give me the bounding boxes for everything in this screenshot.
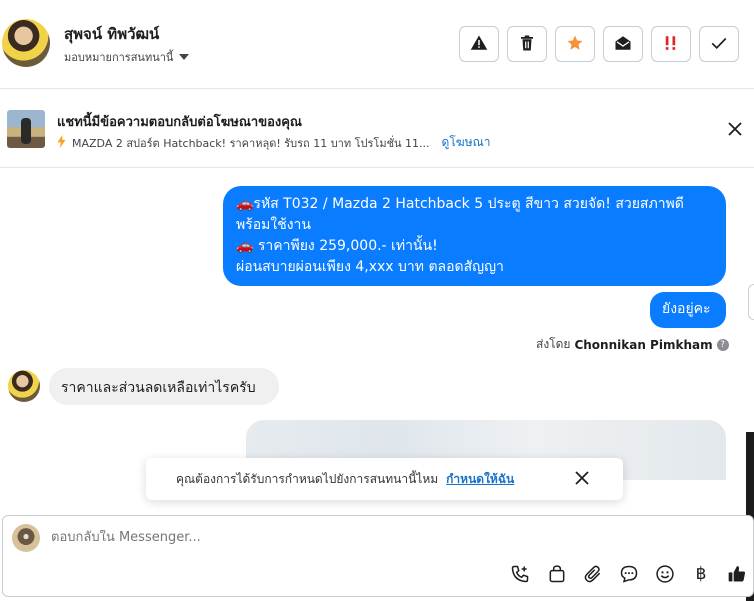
reply-composer: ฿ (2, 515, 754, 597)
incoming-message[interactable]: ราคาและส่วนลดเหลือเท่าไรครับ (49, 368, 279, 405)
star-icon (566, 34, 584, 55)
page-avatar (12, 524, 40, 552)
warning-icon (470, 34, 488, 55)
contact-avatar[interactable] (2, 19, 50, 67)
smiley-icon (656, 565, 674, 583)
mail-open-icon (614, 34, 632, 55)
reply-input[interactable] (51, 530, 551, 545)
message-text: ราคาและส่วนลดเหลือเท่าไรครับ (61, 380, 256, 396)
help-icon[interactable]: ? (716, 338, 729, 351)
attach-button[interactable] (581, 562, 605, 586)
close-icon (575, 471, 589, 485)
close-banner-button[interactable] (724, 119, 746, 141)
caret-down-icon (179, 54, 190, 60)
bag-icon (549, 565, 565, 583)
trash-icon (518, 34, 536, 55)
sender-name: Chonnikan Pimkham (574, 337, 713, 352)
important-icon (662, 34, 680, 55)
baht-icon: ฿ (695, 564, 707, 584)
view-ad-link[interactable]: ดูโฆษณา (442, 133, 491, 152)
ad-text: MAZDA 2 สปอร์ต Hatchback! ราคาหลุด! รับร… (72, 136, 430, 150)
ad-thumbnail (7, 110, 45, 148)
message-line: 🚗รหัส T032 / Mazda 2 Hatchback 5 ประตู ส… (236, 196, 684, 212)
saved-replies-button[interactable] (617, 562, 641, 586)
like-button[interactable] (725, 562, 749, 586)
assign-to-me-link[interactable]: กำหนดให้ฉัน (446, 470, 514, 489)
paperclip-icon (584, 565, 601, 583)
side-panel-handle[interactable] (748, 284, 754, 320)
thumbs-up-icon (728, 566, 745, 582)
call-button[interactable] (508, 562, 532, 586)
assign-prompt-toast: คุณต้องการได้รับการกำหนดไปยังการสนทนานี้… (146, 458, 623, 500)
sent-by-prefix: ส่งโดย (536, 337, 571, 351)
lightning-icon (57, 134, 66, 151)
contact-name[interactable]: สุพจน์ ทิพวัฒน์ (64, 22, 159, 46)
emoji-button[interactable] (653, 562, 677, 586)
message-line: ผ่อนสบายผ่อนเพียง 4,xxx บาท ตลอดสัญญา (236, 259, 504, 275)
message-line: 🚗 ราคาพียง 259,000.- เท่านั้น! (236, 238, 438, 254)
toast-text: คุณต้องการได้รับการกำหนดไปยังการสนทนานี้… (176, 471, 439, 486)
assign-dropdown[interactable]: มอบหมายการสนทนานี้ (64, 48, 190, 66)
phone-plus-icon (511, 565, 529, 583)
message-text: ยังอยู่คะ (662, 301, 711, 317)
ad-reply-banner: แชทนี้มีข้อความตอบกลับต่อโฆษณาของคุณ MAZ… (0, 90, 754, 168)
outgoing-message[interactable]: ยังอยู่คะ (650, 292, 726, 328)
star-button[interactable] (555, 26, 595, 62)
mark-spam-button[interactable] (459, 26, 499, 62)
close-toast-button[interactable] (575, 471, 591, 487)
shop-button[interactable] (545, 562, 569, 586)
contact-avatar-small[interactable] (8, 370, 40, 402)
assign-label: มอบหมายการสนทนานี้ (64, 51, 174, 64)
important-button[interactable] (651, 26, 691, 62)
check-icon (710, 34, 728, 55)
chat-bubble-icon (620, 565, 638, 583)
ad-details: MAZDA 2 สปอร์ต Hatchback! ราคาหลุด! รับร… (57, 133, 490, 152)
mark-done-button[interactable] (699, 26, 739, 62)
close-icon (728, 121, 742, 140)
ad-banner-title: แชทนี้มีข้อความตอบกลับต่อโฆษณาของคุณ (57, 115, 302, 130)
mark-read-button[interactable] (603, 26, 643, 62)
sent-by-label: ส่งโดย Chonnikan Pimkham ? (536, 335, 729, 354)
outgoing-message[interactable]: 🚗รหัส T032 / Mazda 2 Hatchback 5 ประตู ส… (223, 186, 726, 286)
message-line: พร้อมใช้งาน (236, 217, 311, 233)
delete-button[interactable] (507, 26, 547, 62)
conversation-header: สุพจน์ ทิพวัฒน์ มอบหมายการสนทนานี้ (0, 0, 754, 89)
payment-button[interactable]: ฿ (689, 562, 713, 586)
